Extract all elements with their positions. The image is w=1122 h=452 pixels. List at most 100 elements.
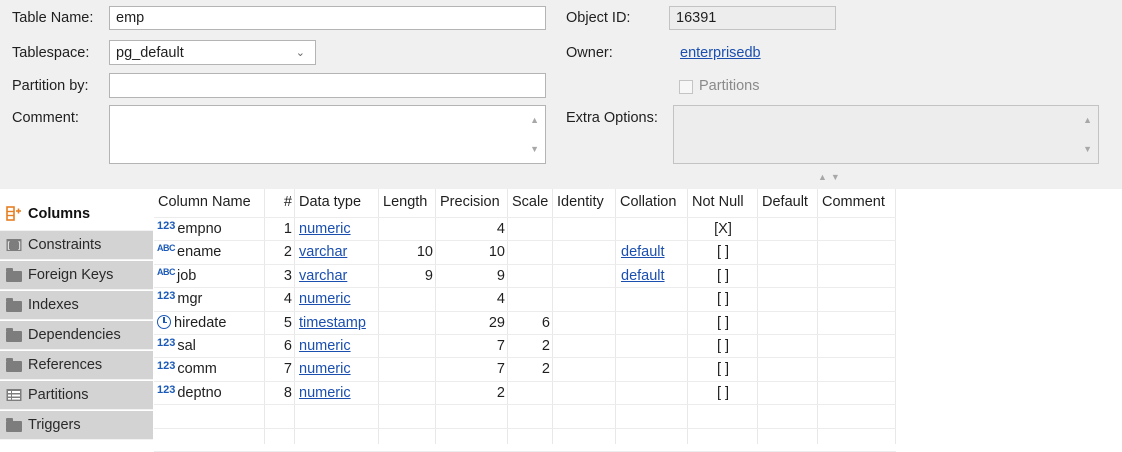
cell-scale[interactable]: 2 bbox=[508, 336, 553, 356]
cell-comment[interactable] bbox=[818, 359, 896, 379]
cell-identity[interactable] bbox=[553, 336, 616, 356]
comment-textarea[interactable]: ▲ ▼ bbox=[109, 105, 546, 164]
cell-scale[interactable] bbox=[508, 242, 553, 262]
cell-comment[interactable] bbox=[818, 242, 896, 262]
cell-default[interactable] bbox=[758, 336, 818, 356]
cell-scale[interactable]: 6 bbox=[508, 313, 553, 333]
cell-data-type[interactable]: varchar bbox=[295, 242, 379, 262]
splitter-handle-icon[interactable]: ▲▼ bbox=[818, 172, 844, 182]
cell-identity[interactable] bbox=[553, 313, 616, 333]
cell-not-null[interactable]: [ ] bbox=[688, 266, 758, 286]
cell-collation[interactable] bbox=[616, 289, 688, 309]
cell-ordinal[interactable]: 2 bbox=[265, 242, 295, 262]
cell-not-null[interactable]: [ ] bbox=[688, 359, 758, 379]
column-header-scale[interactable]: Scale bbox=[508, 192, 553, 212]
cell-length[interactable] bbox=[379, 219, 436, 239]
cell-length[interactable] bbox=[379, 289, 436, 309]
cell-column-name[interactable]: 123 mgr bbox=[154, 289, 264, 309]
cell-precision[interactable]: 29 bbox=[436, 313, 508, 333]
cell-not-null[interactable]: [ ] bbox=[688, 313, 758, 333]
cell-scale[interactable] bbox=[508, 219, 553, 239]
cell-ordinal[interactable]: 1 bbox=[265, 219, 295, 239]
cell-ordinal[interactable]: 5 bbox=[265, 313, 295, 333]
cell-comment[interactable] bbox=[818, 383, 896, 403]
cell-not-null[interactable]: [ ] bbox=[688, 336, 758, 356]
cell-ordinal[interactable]: 6 bbox=[265, 336, 295, 356]
cell-column-name[interactable]: 123 empno bbox=[154, 219, 264, 239]
scroll-down-icon[interactable]: ▼ bbox=[1083, 144, 1092, 154]
tab-dependencies[interactable]: Dependencies bbox=[0, 321, 153, 350]
cell-identity[interactable] bbox=[553, 219, 616, 239]
owner-link[interactable]: enterprisedb bbox=[680, 45, 761, 61]
partitions-checkbox[interactable] bbox=[679, 80, 693, 94]
cell-column-name[interactable]: ABC ename bbox=[154, 242, 264, 262]
cell-default[interactable] bbox=[758, 383, 818, 403]
cell-precision[interactable]: 10 bbox=[436, 242, 508, 262]
tablespace-select[interactable]: pg_default ⌄ bbox=[109, 40, 316, 65]
column-header-ordinal[interactable]: # bbox=[265, 192, 292, 212]
cell-collation[interactable] bbox=[616, 313, 688, 333]
cell-collation[interactable] bbox=[616, 336, 688, 356]
cell-length[interactable] bbox=[379, 383, 436, 403]
cell-column-name[interactable]: ABC job bbox=[154, 266, 264, 286]
cell-identity[interactable] bbox=[553, 289, 616, 309]
cell-scale[interactable] bbox=[508, 289, 553, 309]
cell-precision[interactable]: 4 bbox=[436, 219, 508, 239]
cell-scale[interactable] bbox=[508, 383, 553, 403]
collation-link[interactable]: default bbox=[621, 268, 665, 284]
cell-precision[interactable]: 2 bbox=[436, 383, 508, 403]
cell-scale[interactable]: 2 bbox=[508, 359, 553, 379]
cell-comment[interactable] bbox=[818, 336, 896, 356]
cell-length[interactable]: 10 bbox=[379, 242, 436, 262]
cell-length[interactable]: 9 bbox=[379, 266, 436, 286]
cell-precision[interactable]: 7 bbox=[436, 359, 508, 379]
data-type-link[interactable]: timestamp bbox=[299, 315, 366, 331]
column-header-comment[interactable]: Comment bbox=[818, 192, 896, 212]
tab-indexes[interactable]: Indexes bbox=[0, 291, 153, 320]
column-header-precision[interactable]: Precision bbox=[436, 192, 508, 212]
cell-column-name[interactable]: 123 deptno bbox=[154, 383, 264, 403]
scroll-up-icon[interactable]: ▲ bbox=[530, 115, 539, 125]
cell-identity[interactable] bbox=[553, 359, 616, 379]
tab-references[interactable]: References bbox=[0, 351, 153, 380]
data-type-link[interactable]: numeric bbox=[299, 338, 351, 354]
cell-default[interactable] bbox=[758, 242, 818, 262]
cell-not-null[interactable]: [ ] bbox=[688, 383, 758, 403]
cell-comment[interactable] bbox=[818, 313, 896, 333]
cell-collation[interactable]: default bbox=[616, 266, 688, 286]
scroll-up-icon[interactable]: ▲ bbox=[1083, 115, 1092, 125]
cell-ordinal[interactable]: 4 bbox=[265, 289, 295, 309]
cell-precision[interactable]: 9 bbox=[436, 266, 508, 286]
column-header-data-type[interactable]: Data type bbox=[295, 192, 379, 212]
cell-ordinal[interactable]: 3 bbox=[265, 266, 295, 286]
column-header-not-null[interactable]: Not Null bbox=[688, 192, 758, 212]
cell-not-null[interactable]: [ ] bbox=[688, 289, 758, 309]
cell-collation[interactable] bbox=[616, 359, 688, 379]
cell-comment[interactable] bbox=[818, 289, 896, 309]
tab-columns[interactable]: Columns bbox=[0, 198, 153, 231]
cell-default[interactable] bbox=[758, 219, 818, 239]
cell-length[interactable] bbox=[379, 359, 436, 379]
cell-ordinal[interactable]: 7 bbox=[265, 359, 295, 379]
cell-length[interactable] bbox=[379, 313, 436, 333]
data-type-link[interactable]: varchar bbox=[299, 268, 347, 284]
cell-identity[interactable] bbox=[553, 383, 616, 403]
data-type-link[interactable]: numeric bbox=[299, 385, 351, 401]
column-header-collation[interactable]: Collation bbox=[616, 192, 688, 212]
cell-data-type[interactable]: numeric bbox=[295, 219, 379, 239]
cell-collation[interactable]: default bbox=[616, 242, 688, 262]
column-header-column-name[interactable]: Column Name bbox=[154, 192, 265, 212]
cell-data-type[interactable]: timestamp bbox=[295, 313, 379, 333]
scroll-down-icon[interactable]: ▼ bbox=[530, 144, 539, 154]
cell-column-name[interactable]: 123 comm bbox=[154, 359, 264, 379]
data-type-link[interactable]: numeric bbox=[299, 361, 351, 377]
cell-default[interactable] bbox=[758, 266, 818, 286]
cell-not-null[interactable]: [X] bbox=[688, 219, 758, 239]
tab-triggers[interactable]: Triggers bbox=[0, 411, 153, 440]
cell-data-type[interactable]: numeric bbox=[295, 359, 379, 379]
cell-identity[interactable] bbox=[553, 242, 616, 262]
cell-default[interactable] bbox=[758, 359, 818, 379]
cell-data-type[interactable]: numeric bbox=[295, 336, 379, 356]
cell-precision[interactable]: 4 bbox=[436, 289, 508, 309]
cell-comment[interactable] bbox=[818, 219, 896, 239]
